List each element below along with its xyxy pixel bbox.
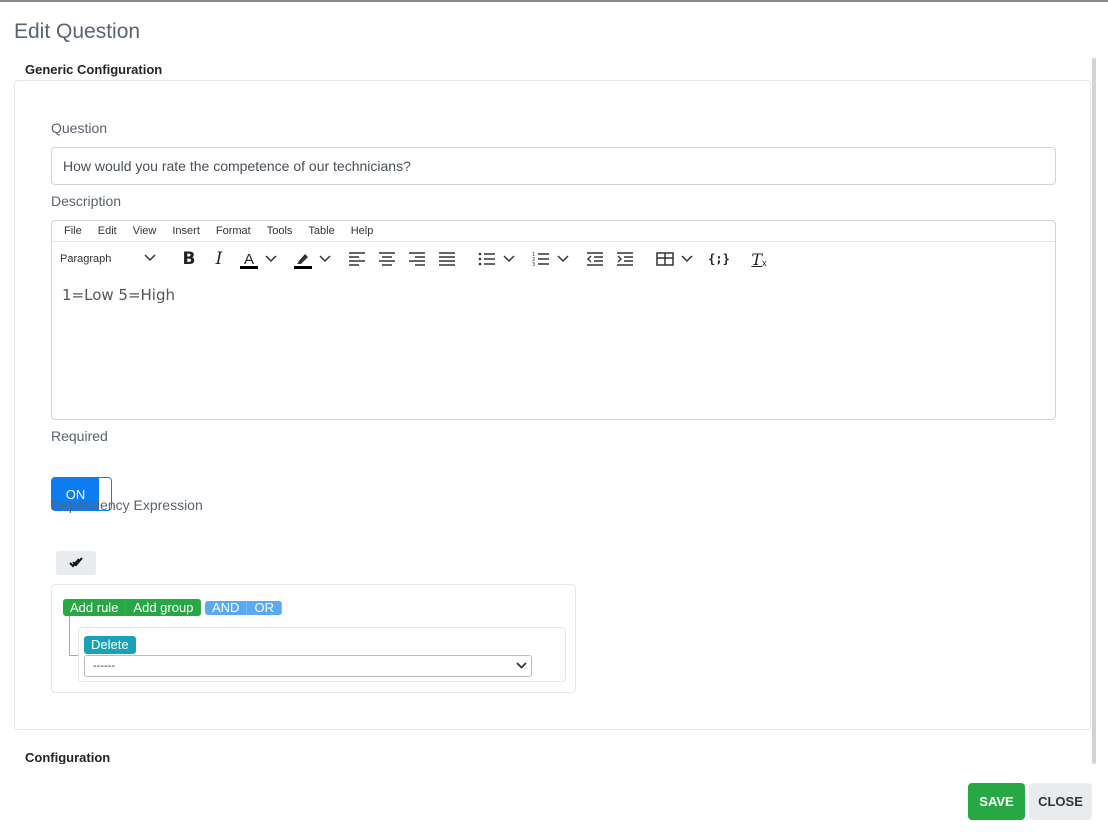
text-color-icon[interactable]: A: [234, 245, 264, 273]
editor-content[interactable]: 1=Low 5=High: [52, 276, 1055, 314]
menu-tools[interactable]: Tools: [267, 225, 293, 237]
editor-menubar: File Edit View Insert Format Tools Table…: [52, 221, 1055, 242]
delete-rule-button[interactable]: Delete: [84, 636, 136, 654]
description-label: Description: [51, 193, 122, 209]
condition-button-group: AND OR: [205, 601, 282, 615]
modal-scrollbar[interactable]: [1092, 58, 1096, 764]
rule-field-value: ------: [93, 660, 115, 672]
save-button[interactable]: SAVE: [968, 783, 1025, 820]
menu-table[interactable]: Table: [308, 225, 334, 237]
menu-insert[interactable]: Insert: [172, 225, 200, 237]
menu-format[interactable]: Format: [216, 225, 251, 237]
block-format-value: Paragraph: [60, 253, 112, 265]
section-configuration: Configuration: [25, 750, 111, 764]
align-center-icon[interactable]: [372, 245, 402, 273]
chevron-down-icon[interactable]: [556, 245, 570, 273]
svg-text:3: 3: [532, 262, 535, 267]
chevron-down-icon[interactable]: [318, 245, 332, 273]
menu-file[interactable]: File: [64, 225, 82, 237]
highlight-color-icon[interactable]: [288, 245, 318, 273]
add-button-group: Add rule Add group: [63, 599, 202, 616]
indent-icon[interactable]: [610, 245, 640, 273]
numbered-list-icon[interactable]: 123: [526, 245, 556, 273]
double-check-icon[interactable]: [56, 551, 96, 575]
modal-title: Edit Question: [14, 20, 141, 43]
menu-view[interactable]: View: [133, 225, 157, 237]
or-button[interactable]: OR: [247, 601, 282, 615]
rule-container: Delete ------: [78, 627, 566, 682]
section-generic-configuration: Generic Configuration: [25, 62, 163, 77]
block-format-dropdown[interactable]: Paragraph: [60, 253, 160, 265]
add-group-button[interactable]: Add group: [126, 599, 202, 616]
generic-configuration-panel: Question How would you rate the competen…: [14, 80, 1091, 730]
modal-body: Generic Configuration Question How would…: [0, 58, 1098, 764]
add-rule-button[interactable]: Add rule: [63, 599, 127, 616]
question-input[interactable]: How would you rate the competence of our…: [51, 147, 1056, 185]
chevron-down-icon[interactable]: [680, 245, 694, 273]
align-right-icon[interactable]: [402, 245, 432, 273]
required-label: Required: [51, 428, 108, 444]
bullet-list-icon[interactable]: [472, 245, 502, 273]
bold-icon[interactable]: B: [174, 245, 204, 273]
clear-formatting-icon[interactable]: Tx: [744, 245, 774, 273]
chevron-down-icon[interactable]: [264, 245, 278, 273]
close-button[interactable]: CLOSE: [1029, 783, 1092, 820]
outdent-icon[interactable]: [580, 245, 610, 273]
align-justify-icon[interactable]: [432, 245, 462, 273]
description-editor[interactable]: File Edit View Insert Format Tools Table…: [51, 220, 1056, 420]
edit-question-modal: Edit Question Generic Configuration Ques…: [0, 0, 1108, 832]
rule-field-select[interactable]: ------: [84, 655, 532, 677]
italic-icon[interactable]: I: [204, 245, 234, 273]
query-builder: Add rule Add group AND OR Delete ------: [51, 584, 576, 693]
editor-toolbar: Paragraph B I A 1 2 3 {;} T x: [52, 242, 1055, 276]
align-left-icon[interactable]: [342, 245, 372, 273]
placeholder-variable-icon[interactable]: {;}: [704, 245, 734, 273]
question-label: Question: [51, 120, 108, 136]
menu-help[interactable]: Help: [351, 225, 374, 237]
and-button[interactable]: AND: [205, 601, 248, 615]
table-icon[interactable]: [650, 245, 680, 273]
dependency-label: Dependency Expression: [51, 497, 203, 513]
chevron-down-icon: [516, 656, 527, 676]
menu-edit[interactable]: Edit: [98, 225, 117, 237]
chevron-down-icon: [144, 253, 156, 265]
chevron-down-icon[interactable]: [502, 245, 516, 273]
